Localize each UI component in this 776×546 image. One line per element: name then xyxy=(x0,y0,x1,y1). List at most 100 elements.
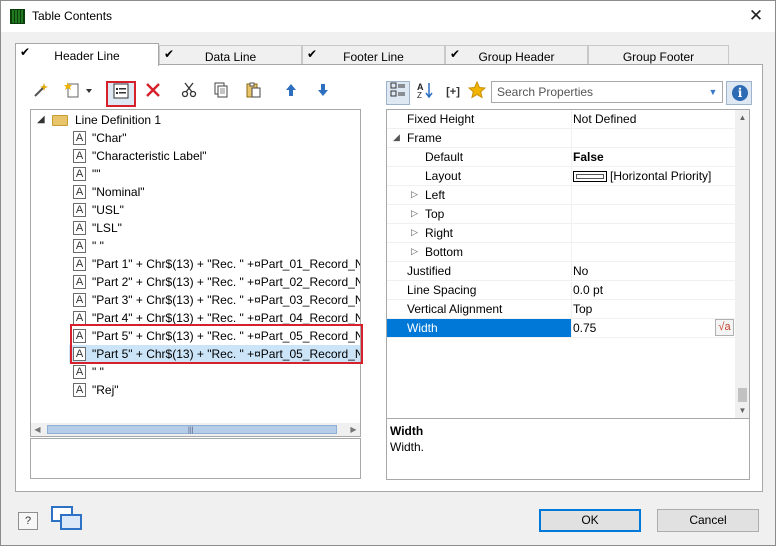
help-icon[interactable]: ? xyxy=(18,512,38,530)
tree-item[interactable]: A "Part 2" + Chr$(13) + "Rec. " +¤Part_02… xyxy=(69,273,360,291)
sort-alphabetical-icon[interactable]: AZ xyxy=(414,81,436,103)
tab-header-line[interactable]: ✔ Header Line xyxy=(15,43,159,66)
text-field-icon: A xyxy=(73,185,86,199)
scrollbar-thumb[interactable]: ||| xyxy=(47,425,337,434)
text-field-icon: A xyxy=(73,149,86,163)
collapse-arrow-icon[interactable]: ◢ xyxy=(37,114,45,125)
expand-all-icon[interactable]: [+] xyxy=(440,81,466,103)
property-name: Bottom xyxy=(425,245,464,259)
cancel-button[interactable]: Cancel xyxy=(657,509,759,532)
tree-item-selected[interactable]: A "Part 5" + Chr$(13) + "Rec. " +¤Part_05… xyxy=(69,345,360,363)
delete-icon[interactable] xyxy=(142,82,164,104)
property-row[interactable]: ▷ Bottom xyxy=(387,243,735,262)
tab-data-line[interactable]: ✔ Data Line xyxy=(159,45,302,65)
text-field-icon: A xyxy=(73,383,86,397)
property-name: Width xyxy=(387,319,571,337)
text-field-icon: A xyxy=(73,347,86,361)
paste-icon[interactable] xyxy=(242,82,264,104)
info-button[interactable]: i xyxy=(726,81,752,105)
tree-item[interactable]: A "Part 1" + Chr$(13) + "Rec. " +¤Part_01… xyxy=(69,255,360,273)
chevron-down-icon[interactable]: ▼ xyxy=(706,84,720,100)
favorites-star-icon[interactable] xyxy=(466,80,488,103)
description-title: Width xyxy=(390,424,424,438)
property-name: Line Spacing xyxy=(407,283,477,297)
property-value[interactable]: [Horizontal Priority] xyxy=(571,167,735,185)
properties-list-icon[interactable] xyxy=(106,81,136,107)
ok-button[interactable]: OK xyxy=(539,509,641,532)
tree-item-label: "USL" xyxy=(92,203,124,217)
tree-item[interactable]: A "Characteristic Label" xyxy=(69,147,360,165)
property-row[interactable]: ▷ Right xyxy=(387,224,735,243)
property-value[interactable]: 0.0 pt xyxy=(571,281,735,299)
property-value[interactable]: Top xyxy=(571,300,735,318)
property-row[interactable]: Justified No xyxy=(387,262,735,281)
line-definition-tree[interactable]: ◢ Line Definition 1 A "Char" A "Characteri… xyxy=(30,109,361,437)
property-grid[interactable]: Fixed Height Not Defined ◢ Frame Default… xyxy=(386,109,750,419)
cut-icon[interactable] xyxy=(178,82,200,104)
svg-text:Z: Z xyxy=(417,91,422,99)
scrollbar-thumb[interactable] xyxy=(738,388,747,402)
categorized-view-icon[interactable] xyxy=(386,81,410,105)
search-properties-input[interactable]: Search Properties ▼ xyxy=(491,81,723,103)
tab-group-header[interactable]: ✔ Group Header xyxy=(445,45,588,65)
property-value[interactable] xyxy=(571,224,735,242)
property-value[interactable] xyxy=(571,243,735,261)
app-icon xyxy=(10,9,25,24)
property-row[interactable]: Vertical Alignment Top xyxy=(387,300,735,319)
property-value[interactable] xyxy=(571,129,735,147)
text-field-icon: A xyxy=(73,239,86,253)
scroll-up-icon[interactable]: ▲ xyxy=(735,110,749,125)
property-value[interactable]: False xyxy=(571,148,735,166)
tree-item[interactable]: A "Part 4" + Chr$(13) + "Rec. " +¤Part_04… xyxy=(69,309,360,327)
move-up-icon[interactable] xyxy=(280,82,302,104)
tab-label: Data Line xyxy=(204,50,257,64)
property-row[interactable]: Default False xyxy=(387,148,735,167)
tab-panel: ◢ Line Definition 1 A "Char" A "Characteri… xyxy=(15,64,763,492)
property-value[interactable]: No xyxy=(571,262,735,280)
tree-item[interactable]: A "Rej" xyxy=(69,381,360,399)
tree-item-label: "" xyxy=(92,167,101,181)
text-field-icon: A xyxy=(73,329,86,343)
property-row[interactable]: Line Spacing 0.0 pt xyxy=(387,281,735,300)
copy-icon[interactable] xyxy=(210,82,232,104)
property-value[interactable]: Not Defined xyxy=(571,110,735,128)
formula-icon[interactable]: √a xyxy=(715,319,734,336)
move-down-icon[interactable] xyxy=(312,82,334,104)
tree-item-label: " " xyxy=(92,365,104,379)
tab-group-footer[interactable]: Group Footer xyxy=(588,45,729,65)
tree-item[interactable]: A "Char" xyxy=(69,129,360,147)
tree-item[interactable]: A "Part 5" + Chr$(13) + "Rec. " +¤Part_05… xyxy=(69,327,360,345)
tree-root-label: Line Definition 1 xyxy=(75,113,162,127)
new-item-button[interactable] xyxy=(62,81,98,103)
wand-icon[interactable] xyxy=(30,81,52,103)
scroll-right-icon[interactable]: ▶ xyxy=(347,423,360,436)
close-icon[interactable]: ✕ xyxy=(741,3,771,29)
tree-item[interactable]: A "USL" xyxy=(69,201,360,219)
property-row[interactable]: Layout [Horizontal Priority] xyxy=(387,167,735,186)
scroll-left-icon[interactable]: ◀ xyxy=(31,423,44,436)
tree-horizontal-scrollbar[interactable]: ◀ ||| ▶ xyxy=(31,423,360,436)
text-field-icon: A xyxy=(73,203,86,217)
tab-footer-line[interactable]: ✔ Footer Line xyxy=(302,45,445,65)
text-field-icon: A xyxy=(73,167,86,181)
tree-item[interactable]: A " " xyxy=(69,363,360,381)
property-row[interactable]: ▷ Left xyxy=(387,186,735,205)
tree-item[interactable]: A "Nominal" xyxy=(69,183,360,201)
tree-item[interactable]: A "Part 3" + Chr$(13) + "Rec. " +¤Part_03… xyxy=(69,291,360,309)
tree-item[interactable]: A "" xyxy=(69,165,360,183)
property-value[interactable]: 0.75 √a xyxy=(571,319,735,337)
windows-icon[interactable] xyxy=(51,506,83,532)
scroll-down-icon[interactable]: ▼ xyxy=(735,403,749,418)
property-row-selected[interactable]: Width 0.75 √a xyxy=(387,319,735,338)
tree-item[interactable]: A " " xyxy=(69,237,360,255)
property-row[interactable]: Fixed Height Not Defined xyxy=(387,110,735,129)
property-row[interactable]: ◢ Frame xyxy=(387,129,735,148)
width-value-text: 0.75 xyxy=(573,321,597,335)
tab-label: Header Line xyxy=(54,49,120,63)
property-value[interactable] xyxy=(571,186,735,204)
property-value[interactable] xyxy=(571,205,735,223)
property-vertical-scrollbar[interactable]: ▲ ▼ xyxy=(735,110,749,418)
tab-strip: ✔ Header Line ✔ Data Line ✔ Footer Line … xyxy=(15,43,735,66)
tree-item[interactable]: A "LSL" xyxy=(69,219,360,237)
property-row[interactable]: ▷ Top xyxy=(387,205,735,224)
